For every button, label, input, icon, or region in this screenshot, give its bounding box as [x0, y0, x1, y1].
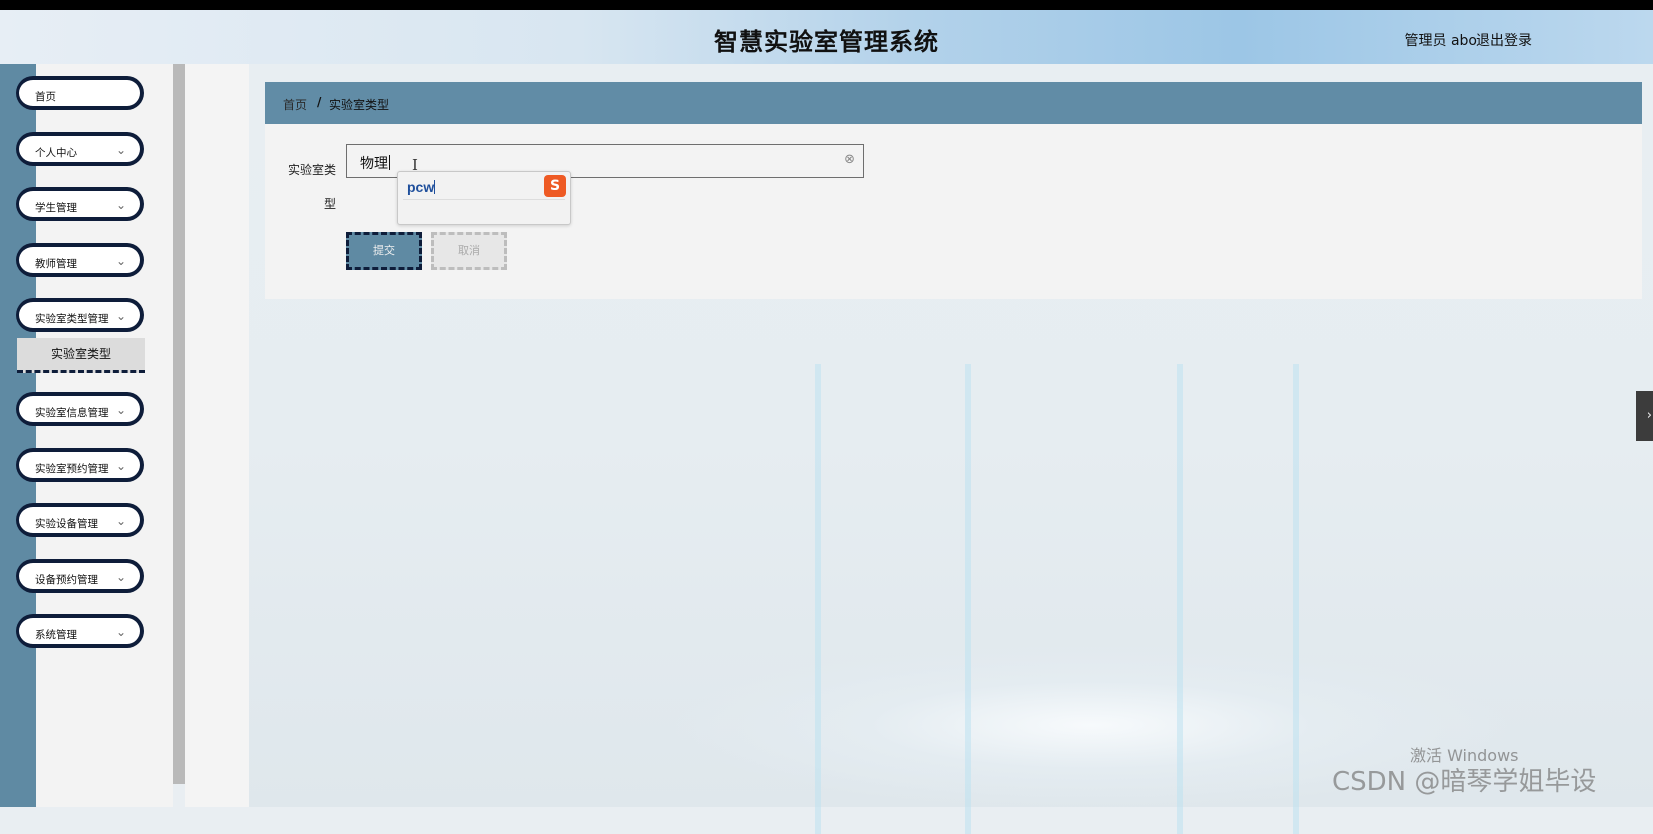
sidebar-accent-strip: [0, 64, 36, 807]
current-user: 管理员 abo: [1404, 33, 1477, 49]
lab-type-input-value: 物理: [360, 153, 390, 173]
sidebar-item-label: 个人中心: [35, 147, 77, 159]
sidebar-subitem-lab-type[interactable]: 实验室类型: [17, 338, 145, 373]
breadcrumb-current: 实验室类型: [329, 98, 390, 112]
ime-candidate-popup[interactable]: pcw S: [397, 171, 571, 225]
chevron-down-icon: ⌄: [115, 309, 126, 323]
sidebar-item-label: 教师管理: [35, 258, 77, 270]
chevron-down-icon: ⌄: [115, 198, 126, 212]
sidebar-item-label: 实验室预约管理: [35, 463, 109, 475]
background-pillar: [1177, 364, 1183, 834]
sidebar-item-label: 系统管理: [35, 629, 77, 641]
ime-divider: [403, 199, 565, 200]
ime-composition-text: pcw: [407, 179, 435, 195]
chevron-down-icon: ⌄: [115, 514, 126, 528]
sidebar-item-label: 实验室信息管理: [35, 407, 109, 419]
sidebar-item-label: 学生管理: [35, 202, 77, 214]
sidebar-item-teachers[interactable]: 教师管理 ⌄: [16, 243, 144, 277]
sidebar-item-lab-booking-management[interactable]: 实验室预约管理 ⌄: [16, 448, 144, 482]
chevron-down-icon: ⌄: [115, 143, 126, 157]
cancel-button[interactable]: 取消: [431, 232, 507, 270]
text-caret: [389, 155, 390, 170]
background-pillar: [1293, 364, 1299, 834]
background-pillar: [965, 364, 971, 834]
clear-icon[interactable]: ⊗: [844, 152, 855, 167]
sidebar-gutter: [185, 64, 249, 807]
input-text: 物理: [360, 156, 388, 172]
sogou-ime-icon[interactable]: S: [544, 175, 566, 197]
chevron-down-icon: ⌄: [115, 625, 126, 639]
sidebar-item-students[interactable]: 学生管理 ⌄: [16, 187, 144, 221]
csdn-watermark: CSDN @暗琴学姐毕设: [1332, 767, 1597, 797]
sidebar-item-label: 实验设备管理: [35, 518, 98, 530]
sidebar-item-home[interactable]: 首页: [16, 76, 144, 110]
sidebar-scrollbar[interactable]: [173, 64, 185, 784]
chevron-down-icon: ⌄: [115, 570, 126, 584]
sidebar-item-label: 设备预约管理: [35, 574, 98, 586]
chevron-down-icon: ⌄: [115, 403, 126, 417]
top-black-bar: [0, 0, 1653, 10]
chevron-down-icon: ⌄: [115, 459, 126, 473]
sidebar-item-personal-center[interactable]: 个人中心 ⌄: [16, 132, 144, 166]
submit-button[interactable]: 提交: [346, 232, 422, 270]
sidebar: [36, 64, 173, 807]
lab-type-label: 实验室类型: [287, 163, 336, 211]
breadcrumb: 首页 / 实验室类型: [265, 82, 1642, 124]
header: 智慧实验室管理系统 管理员 abo 退出登录: [0, 10, 1653, 64]
side-panel-toggle-chevron-right-icon[interactable]: ›: [1636, 391, 1653, 441]
sidebar-item-equipment-management[interactable]: 实验设备管理 ⌄: [16, 503, 144, 537]
sidebar-item-label: 实验室类型管理: [35, 313, 109, 325]
ime-caret: [434, 180, 436, 194]
logout-link[interactable]: 退出登录: [1476, 30, 1532, 50]
breadcrumb-separator: /: [317, 95, 322, 109]
background-pillar: [815, 364, 821, 834]
sidebar-item-label: 首页: [35, 91, 56, 103]
chevron-down-icon: ⌄: [115, 254, 126, 268]
breadcrumb-home[interactable]: 首页: [283, 96, 307, 113]
sidebar-item-system-management[interactable]: 系统管理 ⌄: [16, 614, 144, 648]
sidebar-item-lab-type-management[interactable]: 实验室类型管理 ⌄: [16, 298, 144, 332]
ime-composition: pcw: [407, 179, 436, 195]
sidebar-item-equipment-booking-management[interactable]: 设备预约管理 ⌄: [16, 559, 144, 593]
sidebar-item-lab-info-management[interactable]: 实验室信息管理 ⌄: [16, 392, 144, 426]
